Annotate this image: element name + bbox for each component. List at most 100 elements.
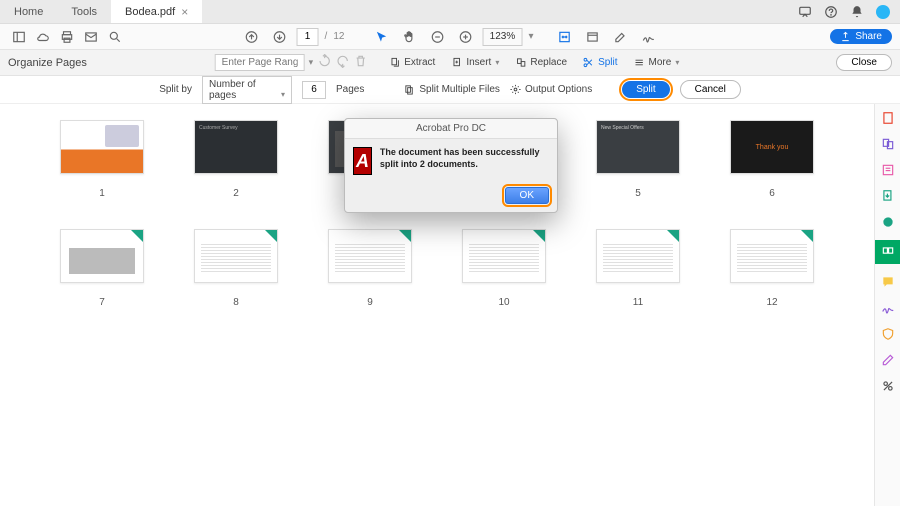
split-tool-label: Split <box>598 57 617 68</box>
export-pdf-icon[interactable] <box>880 188 896 204</box>
page-thumb[interactable]: Thank you6 <box>730 120 814 199</box>
main-tabs: Home Tools Bodea.pdf × <box>0 0 900 24</box>
annotate-icon[interactable] <box>609 26 631 48</box>
more-button[interactable]: More▾ <box>628 55 686 70</box>
tab-tools[interactable]: Tools <box>57 0 111 23</box>
thumb-number: 1 <box>99 188 105 199</box>
right-tools-rail <box>874 104 900 506</box>
split-mode-value: Number of pages <box>209 79 256 101</box>
fill-sign-icon[interactable] <box>880 300 896 316</box>
page-thumb[interactable]: Customer Survey2 <box>194 120 278 199</box>
trash-icon[interactable] <box>353 54 367 71</box>
thumb-image <box>194 229 278 283</box>
page-total: 12 <box>333 31 344 42</box>
main-toolbar: / 12 123% ▾ Share <box>0 24 900 50</box>
split-tool-button[interactable]: Split <box>577 55 623 70</box>
page-thumb[interactable]: 11 <box>596 229 680 308</box>
tab-document-label: Bodea.pdf <box>125 6 175 18</box>
dialog-title: Acrobat Pro DC <box>345 119 557 139</box>
page-thumb[interactable]: New Special Offers5 <box>596 120 680 199</box>
cloud-icon[interactable] <box>32 26 54 48</box>
search-icon[interactable] <box>104 26 126 48</box>
thumb-number: 2 <box>233 188 239 199</box>
create-pdf-icon[interactable] <box>880 110 896 126</box>
thumb-number: 7 <box>99 297 105 308</box>
organize-toolbar: Organize Pages ▾ Extract Insert▾ Replace… <box>0 50 900 76</box>
page-down-icon[interactable] <box>269 26 291 48</box>
more-tools-icon[interactable] <box>880 378 896 394</box>
tab-document[interactable]: Bodea.pdf × <box>111 0 202 23</box>
thumb-number: 11 <box>633 297 643 308</box>
dialog-footer: OK <box>345 183 557 212</box>
help-icon[interactable] <box>824 5 838 19</box>
dialog-body: A The document has been successfully spl… <box>345 139 557 183</box>
zoom-value[interactable]: 123% <box>482 28 522 46</box>
success-dialog: Acrobat Pro DC A The document has been s… <box>344 118 558 213</box>
organize-pages-icon[interactable] <box>875 240 900 264</box>
ok-button[interactable]: OK <box>505 187 549 204</box>
close-organize-button[interactable]: Close <box>836 54 892 71</box>
thumb-image <box>60 120 144 174</box>
more-label: More <box>649 57 672 68</box>
protect-icon[interactable] <box>880 326 896 342</box>
edit-pdf-icon[interactable] <box>880 162 896 178</box>
combine-icon[interactable] <box>880 136 896 152</box>
page-title: Organize Pages <box>8 57 87 69</box>
pages-label: Pages <box>336 84 364 95</box>
header-right <box>798 5 900 19</box>
rotate-right-icon[interactable] <box>335 54 349 71</box>
cancel-button[interactable]: Cancel <box>680 80 741 99</box>
close-icon[interactable]: × <box>181 5 188 19</box>
fit-width-icon[interactable] <box>553 26 575 48</box>
page-thumb[interactable]: 8 <box>194 229 278 308</box>
share-button[interactable]: Share <box>830 29 892 44</box>
avatar[interactable] <box>876 5 890 19</box>
thumb-image <box>60 229 144 283</box>
insert-button[interactable]: Insert▾ <box>445 55 505 70</box>
thumb-image: New Special Offers <box>596 120 680 174</box>
thumb-number: 12 <box>766 297 777 308</box>
sidebar-toggle-icon[interactable] <box>8 26 30 48</box>
output-options-button[interactable]: Output Options <box>510 84 592 95</box>
organize-center: ▾ Extract Insert▾ Replace Split More▾ <box>215 54 686 71</box>
extract-button[interactable]: Extract <box>383 55 441 70</box>
thumb-image <box>730 229 814 283</box>
mail-icon[interactable] <box>80 26 102 48</box>
split-multiple-button[interactable]: Split Multiple Files <box>404 84 500 95</box>
zoom-out-icon[interactable] <box>426 26 448 48</box>
zoom-in-icon[interactable] <box>454 26 476 48</box>
hand-tool-icon[interactable] <box>398 26 420 48</box>
select-tool-icon[interactable] <box>370 26 392 48</box>
insert-label: Insert <box>466 57 491 68</box>
chat-icon[interactable] <box>798 5 812 19</box>
sign-icon[interactable] <box>637 26 659 48</box>
output-options-label: Output Options <box>525 84 592 95</box>
split-button[interactable]: Split <box>622 81 669 98</box>
page-sep: / <box>325 31 328 42</box>
optimize-icon[interactable] <box>880 214 896 230</box>
bell-icon[interactable] <box>850 5 864 19</box>
acrobat-icon: A <box>353 147 372 175</box>
print-icon[interactable] <box>56 26 78 48</box>
dropdown-icon[interactable]: ▾ <box>528 31 533 42</box>
rotate-left-icon[interactable] <box>317 54 331 71</box>
page-current-input[interactable] <box>297 28 319 46</box>
page-up-icon[interactable] <box>241 26 263 48</box>
split-value-input[interactable] <box>302 81 326 99</box>
redact-icon[interactable] <box>880 352 896 368</box>
read-mode-icon[interactable] <box>581 26 603 48</box>
chevron-down-icon[interactable]: ▾ <box>309 57 314 68</box>
thumb-image <box>462 229 546 283</box>
share-label: Share <box>855 31 882 42</box>
page-thumb[interactable]: 7 <box>60 229 144 308</box>
split-mode-select[interactable]: Number of pages ▾ <box>202 76 292 104</box>
split-options-bar: Split by Number of pages ▾ Pages Split M… <box>0 76 900 104</box>
replace-button[interactable]: Replace <box>509 55 573 70</box>
page-range-input[interactable] <box>215 54 305 71</box>
tab-home[interactable]: Home <box>0 0 57 23</box>
page-thumb[interactable]: 10 <box>462 229 546 308</box>
comment-icon[interactable] <box>880 274 896 290</box>
page-thumb[interactable]: 9 <box>328 229 412 308</box>
page-thumb[interactable]: 12 <box>730 229 814 308</box>
page-thumb[interactable]: 1 <box>60 120 144 199</box>
